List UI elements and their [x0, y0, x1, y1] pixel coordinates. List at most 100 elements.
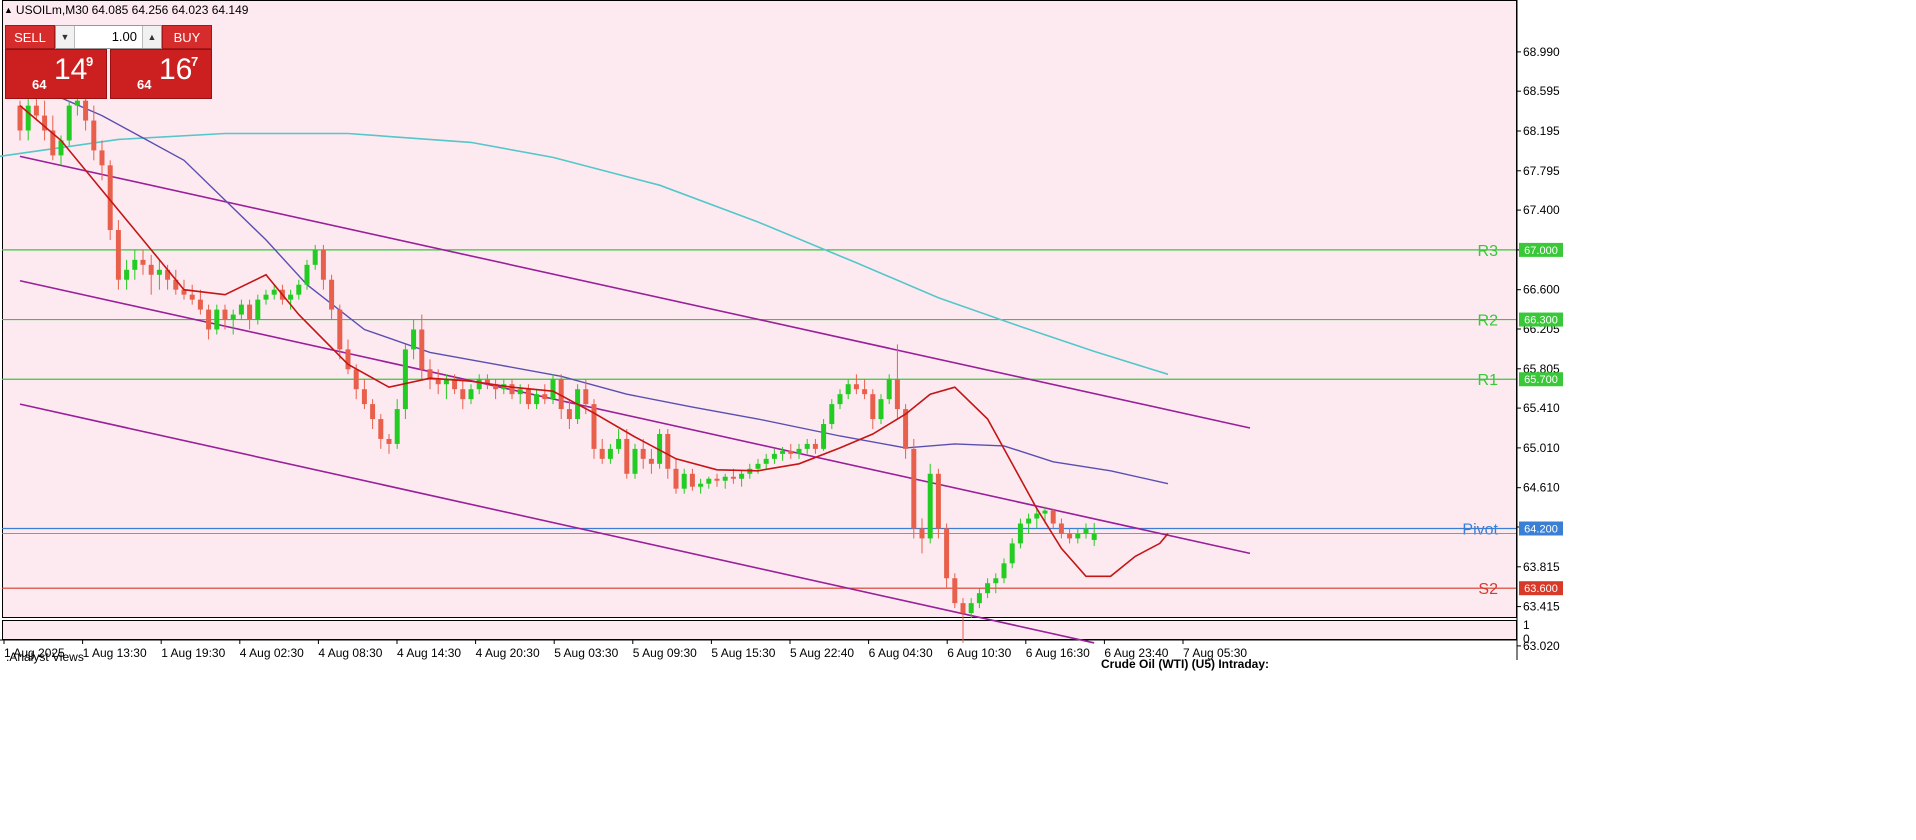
bull-candle[interactable] [976, 593, 982, 604]
bear-candle[interactable] [640, 448, 646, 459]
lot-size-value[interactable]: 1.00 [76, 26, 137, 48]
bear-candle[interactable] [952, 578, 958, 604]
buy-price-button[interactable]: 64 16 7 [110, 49, 212, 99]
bear-candle[interactable] [583, 389, 589, 405]
bull-candle[interactable] [288, 294, 294, 300]
bull-candle[interactable] [722, 476, 728, 481]
bull-candle[interactable] [230, 314, 236, 320]
bear-candle[interactable] [960, 603, 966, 614]
bear-candle[interactable] [853, 384, 859, 390]
bull-candle[interactable] [255, 299, 261, 320]
bull-candle[interactable] [1075, 533, 1081, 539]
bear-candle[interactable] [386, 438, 392, 444]
sell-price-button[interactable]: 64 14 9 [5, 49, 107, 99]
bull-candle[interactable] [1009, 543, 1015, 564]
bear-candle[interactable] [566, 409, 572, 420]
bear-candle[interactable] [91, 120, 97, 151]
bear-candle[interactable] [197, 299, 203, 310]
bull-candle[interactable] [1083, 528, 1089, 534]
bull-candle[interactable] [132, 259, 138, 270]
bear-candle[interactable] [509, 384, 515, 395]
bear-candle[interactable] [460, 389, 466, 400]
bear-candle[interactable] [148, 264, 154, 275]
bull-candle[interactable] [607, 448, 613, 459]
bear-candle[interactable] [1050, 510, 1056, 524]
bull-candle[interactable] [796, 448, 802, 454]
bull-candle[interactable] [632, 448, 638, 474]
bull-candle[interactable] [845, 384, 851, 395]
bull-candle[interactable] [821, 424, 827, 449]
bear-candle[interactable] [370, 404, 376, 420]
bull-candle[interactable] [763, 458, 769, 464]
bull-candle[interactable] [706, 478, 712, 484]
bull-candle[interactable] [66, 105, 72, 141]
bear-candle[interactable] [345, 349, 351, 370]
buy-button[interactable]: BUY [162, 25, 212, 49]
bear-candle[interactable] [115, 229, 121, 280]
bear-candle[interactable] [665, 433, 671, 469]
indicator-area[interactable] [2, 620, 1516, 639]
bear-candle[interactable] [17, 105, 23, 131]
bear-candle[interactable] [944, 528, 950, 579]
bull-candle[interactable] [74, 100, 80, 106]
bull-candle[interactable] [263, 294, 269, 300]
bull-candle[interactable] [681, 473, 687, 489]
bull-candle[interactable] [878, 399, 884, 420]
bear-candle[interactable] [919, 528, 925, 539]
bull-candle[interactable] [1034, 513, 1040, 519]
bull-candle[interactable] [985, 583, 991, 594]
bear-candle[interactable] [435, 379, 441, 385]
bull-candle[interactable] [124, 269, 130, 280]
bull-candle[interactable] [1017, 523, 1023, 544]
bear-candle[interactable] [788, 450, 794, 454]
bull-candle[interactable] [739, 473, 745, 479]
plot-area[interactable] [2, 0, 1516, 617]
bull-candle[interactable] [1091, 533, 1097, 540]
bull-candle[interactable] [534, 394, 540, 405]
bear-candle[interactable] [329, 279, 335, 310]
collapse-arrow-icon[interactable]: ▲ [4, 5, 13, 15]
bear-candle[interactable] [624, 438, 630, 474]
bear-candle[interactable] [542, 394, 548, 400]
bear-candle[interactable] [812, 443, 818, 449]
increase-lot-icon[interactable]: ▲ [142, 26, 161, 48]
bear-candle[interactable] [189, 294, 195, 300]
bear-candle[interactable] [894, 379, 900, 410]
bull-candle[interactable] [550, 379, 556, 400]
bull-candle[interactable] [468, 389, 474, 400]
bear-candle[interactable] [599, 448, 605, 459]
bear-candle[interactable] [140, 259, 146, 265]
bear-candle[interactable] [361, 389, 367, 405]
bear-candle[interactable] [730, 476, 736, 479]
bear-candle[interactable] [320, 249, 326, 280]
bull-candle[interactable] [837, 394, 843, 405]
bull-candle[interactable] [214, 309, 220, 330]
bull-candle[interactable] [411, 329, 417, 350]
bear-candle[interactable] [33, 105, 39, 116]
bull-candle[interactable] [394, 409, 400, 444]
bull-candle[interactable] [993, 578, 999, 584]
bull-candle[interactable] [1026, 518, 1032, 524]
bull-candle[interactable] [1042, 510, 1048, 514]
bull-candle[interactable] [780, 450, 786, 454]
bear-candle[interactable] [689, 473, 695, 487]
bear-candle[interactable] [1058, 523, 1064, 534]
bull-candle[interactable] [927, 473, 933, 539]
bull-candle[interactable] [271, 289, 277, 295]
bull-candle[interactable] [156, 269, 162, 275]
bear-candle[interactable] [648, 458, 654, 464]
bull-candle[interactable] [698, 483, 704, 487]
bear-candle[interactable] [862, 389, 868, 395]
decrease-lot-icon[interactable]: ▼ [56, 26, 75, 48]
bear-candle[interactable] [419, 329, 425, 370]
bear-candle[interactable] [673, 468, 679, 489]
bear-candle[interactable] [99, 150, 105, 166]
lot-size-field[interactable]: ▼ 1.00 ▲ [55, 25, 162, 49]
bull-candle[interactable] [238, 304, 244, 315]
bear-candle[interactable] [353, 369, 359, 390]
bear-candle[interactable] [222, 309, 228, 320]
bear-candle[interactable] [525, 389, 531, 405]
bull-candle[interactable] [476, 379, 482, 390]
bear-candle[interactable] [1067, 533, 1073, 539]
bull-candle[interactable] [312, 249, 318, 265]
